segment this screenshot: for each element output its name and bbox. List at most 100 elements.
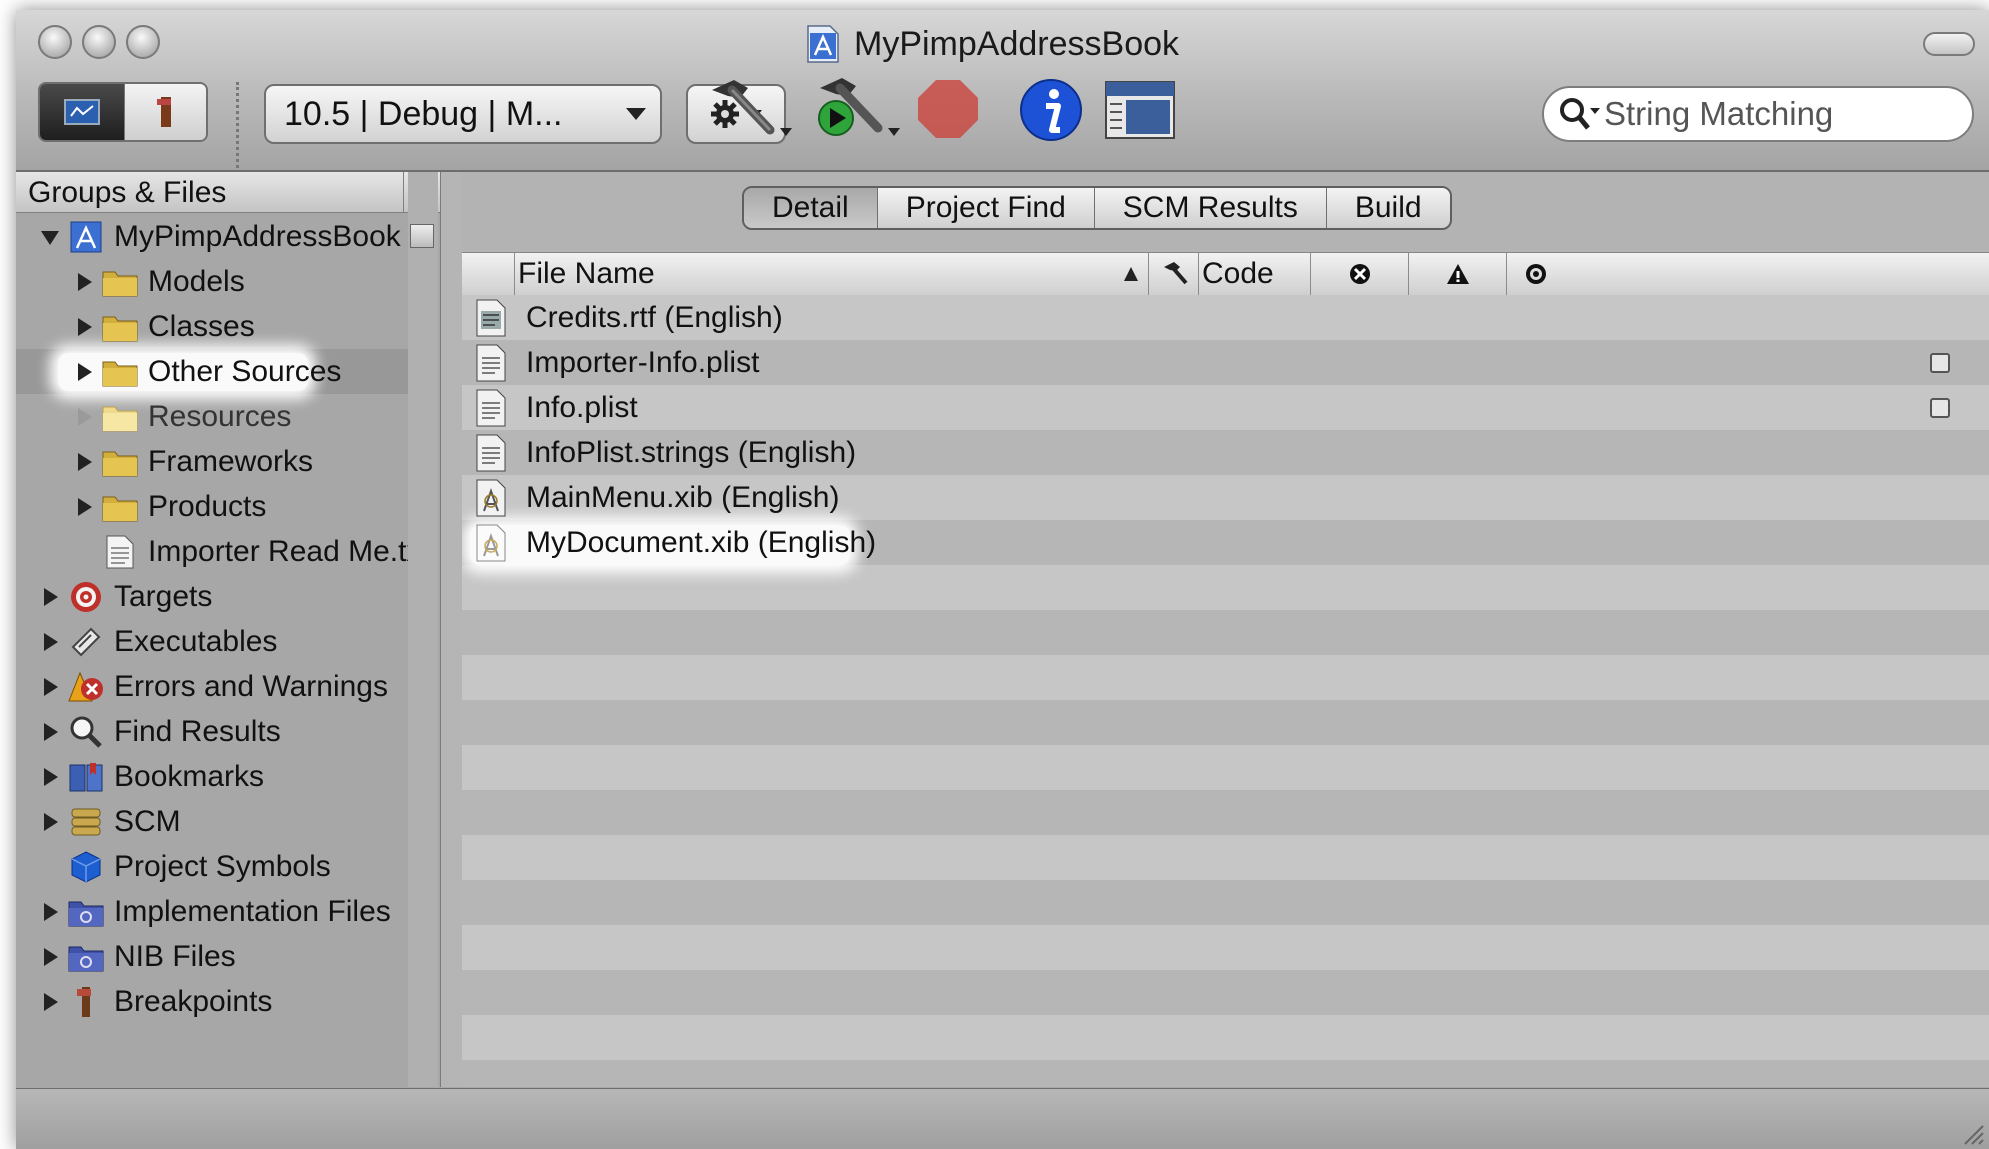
tree-item-find-results[interactable]: Find Results xyxy=(38,709,281,754)
search-input[interactable] xyxy=(1602,94,1946,134)
tree-item-models[interactable]: Models xyxy=(72,259,245,304)
active-configuration-popup[interactable]: 10.5 | Debug | M... xyxy=(264,84,662,144)
tree-item-breakpoints[interactable]: Breakpoints xyxy=(38,979,272,1024)
target-membership-checkbox[interactable] xyxy=(1930,397,1950,418)
editor-icon[interactable] xyxy=(1102,76,1178,144)
table-row[interactable]: Credits.rtf (English) xyxy=(462,295,1989,340)
build-status-column-icon[interactable] xyxy=(1160,259,1190,289)
tree-item-label: Products xyxy=(148,489,267,523)
minimize-window-button[interactable] xyxy=(82,25,116,59)
scm-database-icon xyxy=(71,808,101,835)
tree-item-frameworks[interactable]: Frameworks xyxy=(72,439,313,484)
target-icon xyxy=(71,581,101,612)
groups-files-header: Groups & Files xyxy=(16,172,440,213)
warnings-column-icon[interactable] xyxy=(1446,262,1470,286)
table-row[interactable]: Importer-Info.plist xyxy=(462,340,1989,385)
column-header-file-name[interactable]: File Name xyxy=(518,253,655,295)
disclosure-closed-icon[interactable] xyxy=(73,406,95,428)
file-name-cell: Importer-Info.plist xyxy=(526,345,760,379)
tab-detail[interactable]: Detail xyxy=(744,188,877,228)
disclosure-closed-icon[interactable] xyxy=(39,631,61,653)
tree-item-classes[interactable]: Classes xyxy=(72,304,255,349)
sort-ascending-icon xyxy=(1124,267,1138,281)
disclosure-closed-icon[interactable] xyxy=(39,991,61,1013)
tree-item-implementation-files[interactable]: Implementation Files xyxy=(38,889,391,934)
tree-item-resources[interactable]: Resources xyxy=(72,394,291,439)
list-options-icon[interactable] xyxy=(410,224,434,248)
smart-folder-icon xyxy=(68,901,104,926)
resize-grip-icon[interactable] xyxy=(1959,1120,1985,1146)
row-stripe xyxy=(462,745,1989,790)
tab-build[interactable]: Build xyxy=(1325,188,1450,228)
tab-scm-results[interactable]: SCM Results xyxy=(1093,188,1326,228)
disclosure-closed-icon[interactable] xyxy=(73,316,95,338)
tree-item-label: Frameworks xyxy=(148,444,314,478)
search-field[interactable] xyxy=(1542,86,1974,142)
row-stripe xyxy=(462,1015,1989,1060)
disclosure-open-icon[interactable] xyxy=(39,226,61,248)
info-icon[interactable] xyxy=(1016,76,1086,144)
table-row[interactable]: InfoPlist.strings (English) xyxy=(462,430,1989,475)
disclosure-closed-icon[interactable] xyxy=(39,766,61,788)
tree-item-label: NIB Files xyxy=(114,939,236,973)
zoom-window-button[interactable] xyxy=(126,25,160,59)
target-membership-checkbox[interactable] xyxy=(1930,352,1950,373)
disclosure-closed-icon[interactable] xyxy=(73,271,95,293)
tree-item-label: Errors and Warnings xyxy=(114,669,388,703)
plist-file-icon xyxy=(476,389,506,426)
tree-item-products[interactable]: Products xyxy=(72,484,266,529)
build-hammer-icon[interactable] xyxy=(706,76,798,140)
disclosure-closed-icon[interactable] xyxy=(73,451,95,473)
breakpoint-icon xyxy=(77,986,91,1017)
build-and-go-icon[interactable] xyxy=(806,76,906,140)
tree-item-label: Models xyxy=(148,264,245,298)
disclosure-closed-icon[interactable] xyxy=(39,946,61,968)
table-row[interactable]: MyDocument.xib (English) xyxy=(462,520,1989,565)
project-document-icon xyxy=(807,25,839,63)
text-file-icon xyxy=(106,535,134,568)
tree-item-other-sources[interactable]: Other Sources xyxy=(72,349,341,394)
table-row[interactable]: Info.plist xyxy=(462,385,1989,430)
target-membership-column-icon[interactable] xyxy=(1524,262,1548,286)
disclosure-closed-icon[interactable] xyxy=(73,361,95,383)
tree-item-scm[interactable]: SCM xyxy=(38,799,181,844)
disclosure-closed-icon[interactable] xyxy=(39,586,61,608)
disclosure-closed-icon[interactable] xyxy=(39,721,61,743)
column-header-code[interactable]: Code xyxy=(1202,253,1274,295)
tree-item-errors-warnings[interactable]: Errors and Warnings xyxy=(38,664,388,709)
detail-tab-bar: Detail Project Find SCM Results Build xyxy=(742,186,1452,230)
tree-item-nib-files[interactable]: NIB Files xyxy=(38,934,236,979)
tree-item-label: Executables xyxy=(114,624,278,658)
plist-file-icon xyxy=(476,344,506,381)
disclosure-closed-icon[interactable] xyxy=(39,901,61,923)
tree-item-label: Breakpoints xyxy=(114,984,273,1018)
errors-column-icon[interactable] xyxy=(1348,262,1372,286)
close-window-button[interactable] xyxy=(38,25,72,59)
file-name-cell: Info.plist xyxy=(526,390,638,424)
tree-item-label: Targets xyxy=(114,579,213,613)
tree-item-readme[interactable]: Importer Read Me.txt xyxy=(102,529,430,574)
tree-item-bookmarks[interactable]: Bookmarks xyxy=(38,754,264,799)
table-row[interactable]: MainMenu.xib (English) xyxy=(462,475,1989,520)
folder-icon xyxy=(102,316,138,341)
page-view-segment[interactable] xyxy=(40,84,124,140)
folder-icon xyxy=(102,451,138,476)
stop-icon[interactable] xyxy=(914,76,982,140)
row-stripe xyxy=(462,970,1989,1015)
tree-item-project[interactable]: MyPimpAddressBook xyxy=(38,214,401,259)
tab-project-find[interactable]: Project Find xyxy=(876,188,1094,228)
file-table-body: Credits.rtf (English) Importer-Info.plis… xyxy=(462,295,1989,1087)
disclosure-closed-icon[interactable] xyxy=(39,811,61,833)
row-stripe xyxy=(462,835,1989,880)
view-mode-segmented-control[interactable] xyxy=(38,82,208,142)
project-view-icon xyxy=(64,99,100,125)
row-stripe xyxy=(462,925,1989,970)
debug-view-segment[interactable] xyxy=(124,84,206,140)
disclosure-closed-icon[interactable] xyxy=(39,676,61,698)
tree-item-executables[interactable]: Executables xyxy=(38,619,277,664)
tree-item-targets[interactable]: Targets xyxy=(38,574,212,619)
pane-splitter[interactable] xyxy=(440,172,464,1087)
toolbar-toggle-button[interactable] xyxy=(1923,32,1975,56)
tree-item-project-symbols[interactable]: Project Symbols xyxy=(68,844,331,889)
disclosure-closed-icon[interactable] xyxy=(73,496,95,518)
